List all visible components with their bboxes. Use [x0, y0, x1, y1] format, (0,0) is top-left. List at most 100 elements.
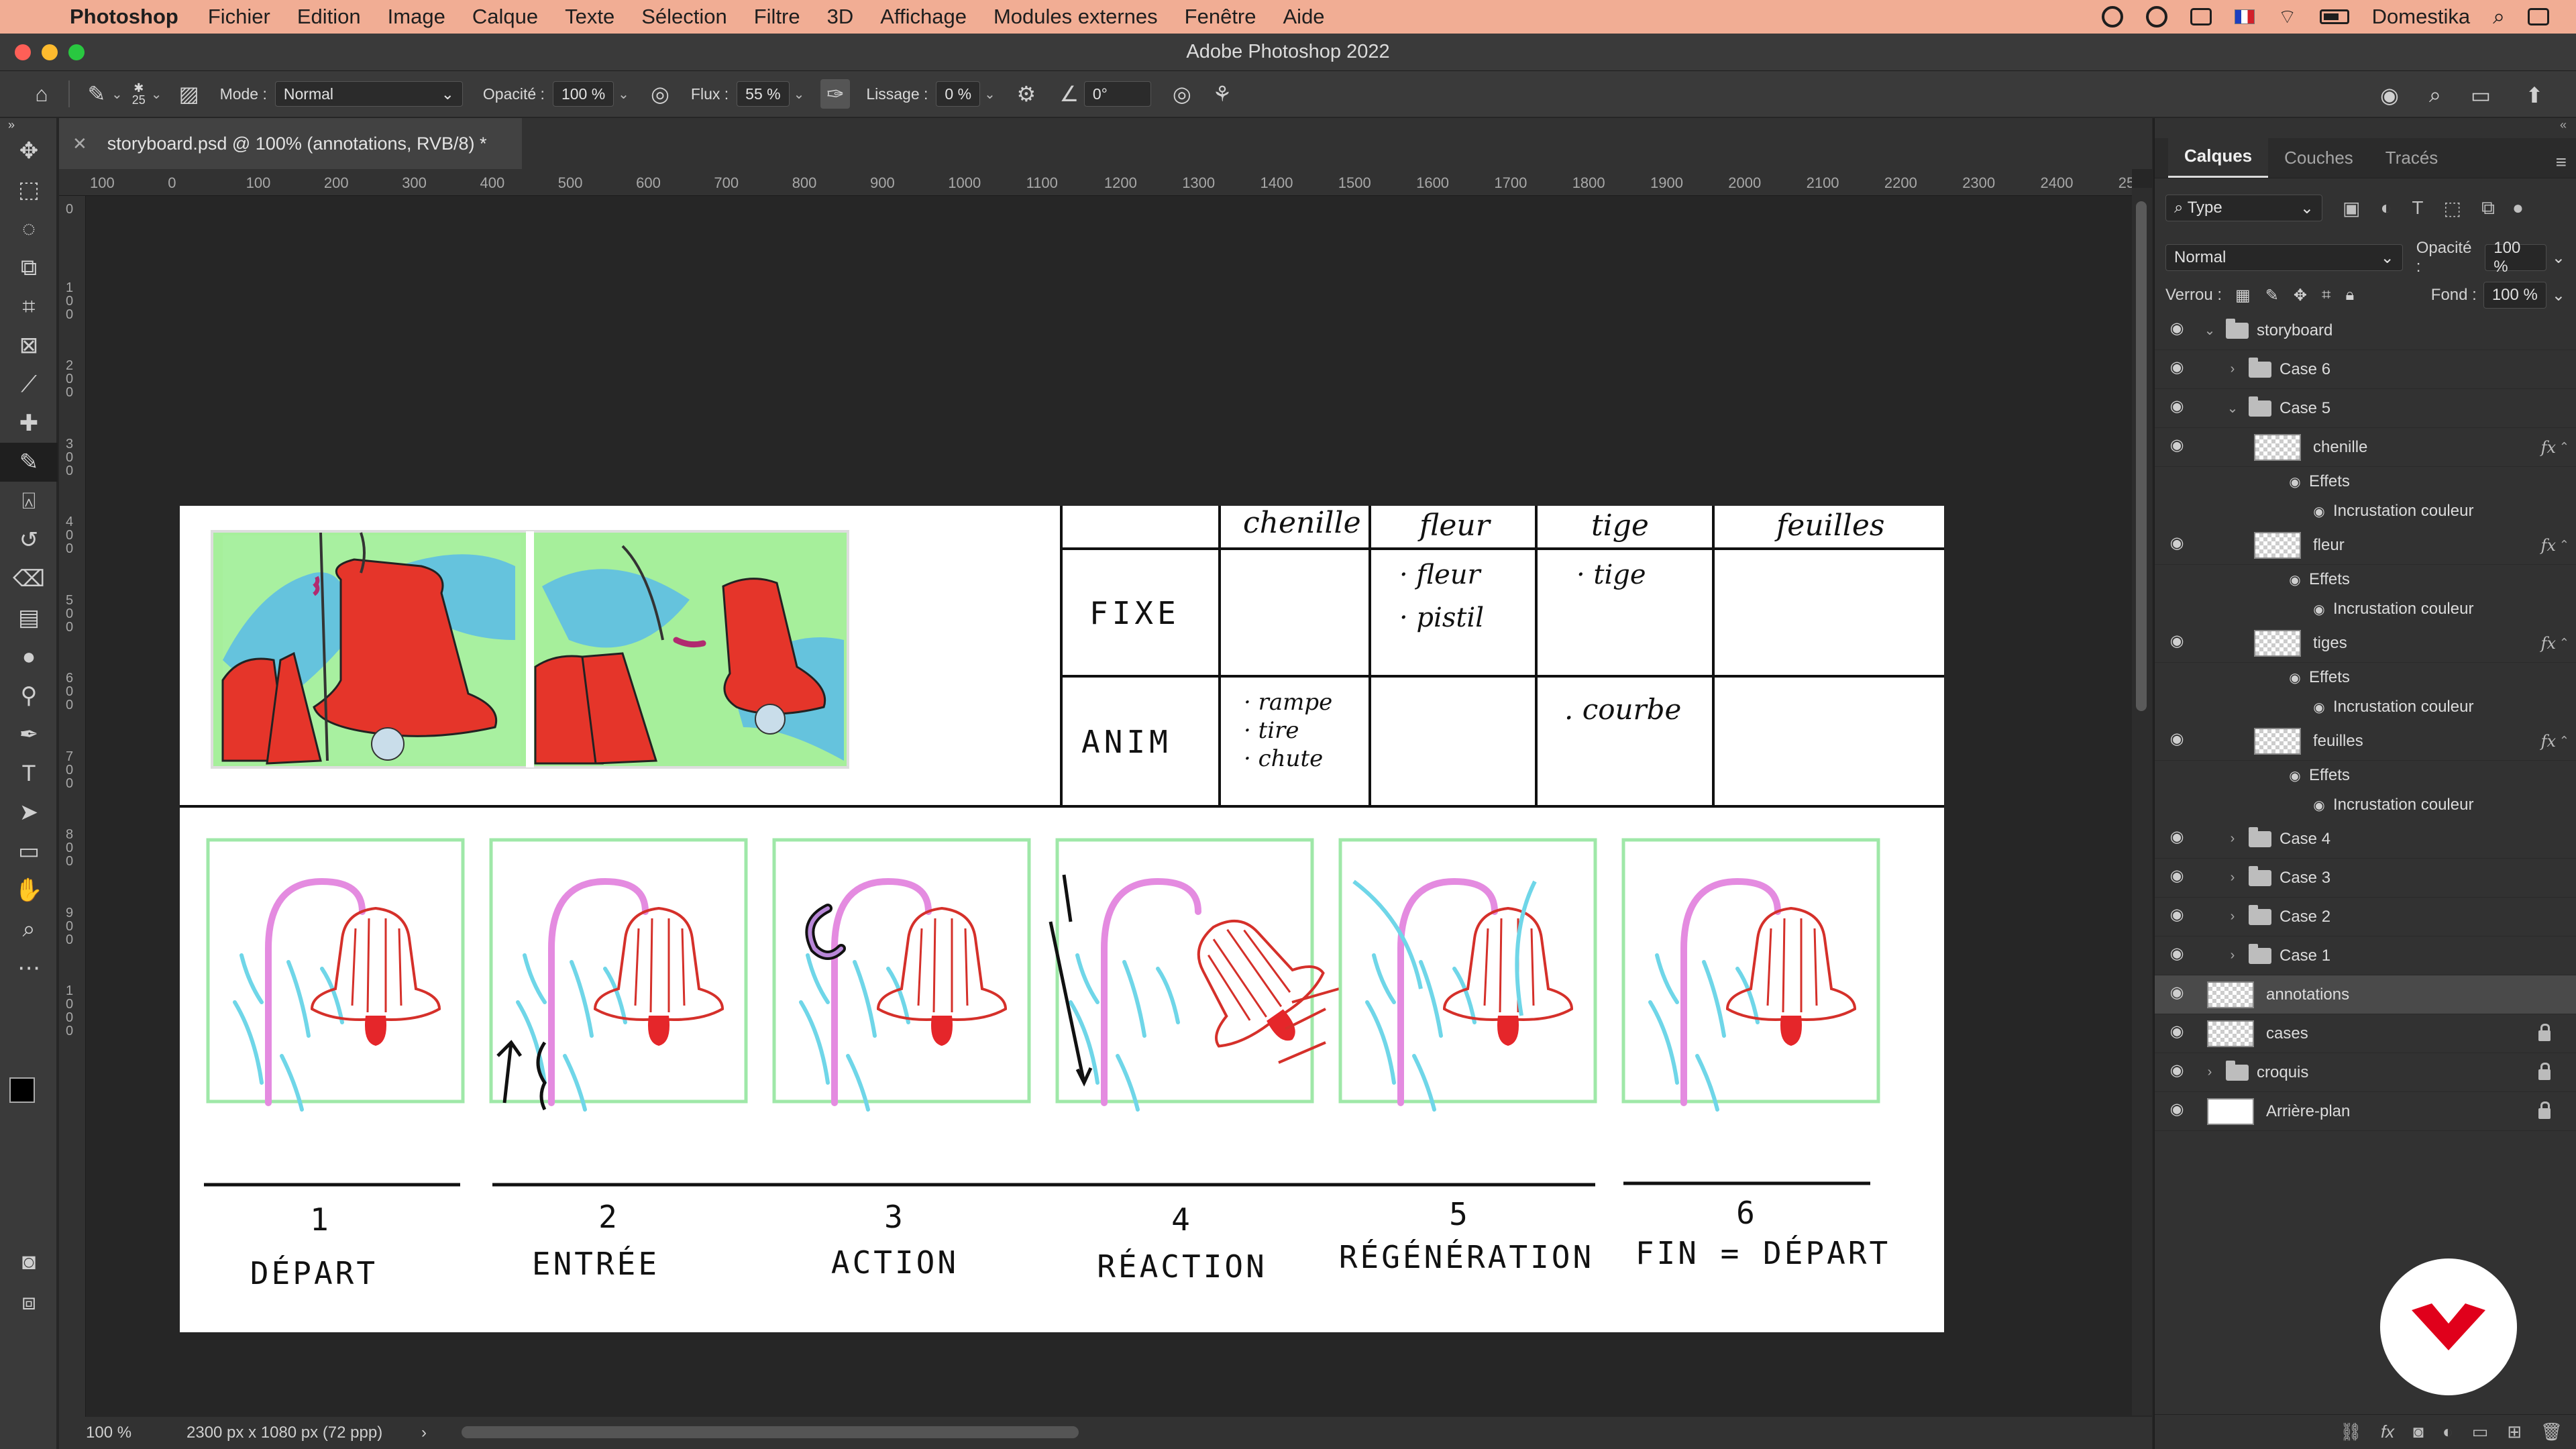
layer-filter-select[interactable]: ⌕ Type ⌄: [2165, 195, 2322, 221]
vertical-ruler[interactable]: 0 100 200 300 400 500 600 700 800 900 1000: [59, 196, 86, 1417]
learn-icon[interactable]: ◉: [2375, 80, 2404, 110]
eye-icon[interactable]: ◉: [2310, 699, 2328, 716]
chevron-right-icon[interactable]: ›: [2224, 831, 2241, 847]
layer-case-5[interactable]: ◉ ⌄ Case 5: [2155, 389, 2576, 428]
menu-affichage[interactable]: Affichage: [880, 5, 967, 29]
new-adjustment-icon[interactable]: ◐: [2443, 1421, 2453, 1442]
window-close-button[interactable]: [15, 44, 31, 60]
wifi-icon[interactable]: ⌔: [2277, 4, 2296, 30]
airbrush-icon[interactable]: ✑: [820, 79, 851, 109]
eye-icon[interactable]: ◉: [2167, 907, 2187, 923]
filter-shape-icon[interactable]: ⬚: [2444, 197, 2461, 219]
tab-calques[interactable]: Calques: [2168, 138, 2269, 178]
layer-case-1[interactable]: ◉ › Case 1: [2155, 936, 2576, 975]
chevron-down-icon[interactable]: ⌄: [151, 86, 162, 103]
fill-field[interactable]: 100 %: [2483, 282, 2546, 309]
chevron-down-icon[interactable]: ⌄: [2202, 322, 2218, 339]
french-flag-icon[interactable]: [2235, 9, 2255, 24]
layer-tiges[interactable]: ◉ tiges fx ⌃: [2155, 624, 2576, 663]
angle-field[interactable]: 0°: [1083, 81, 1151, 107]
chevron-right-icon[interactable]: ›: [2224, 909, 2241, 924]
crop-tool-icon[interactable]: ⌗: [0, 287, 58, 326]
lock-icon[interactable]: [2538, 1024, 2551, 1041]
effect-color-overlay[interactable]: ◉ Incrustation couleur: [2155, 790, 2576, 820]
canvas-workarea[interactable]: chenille fleur tige feuilles · fleur · p…: [87, 196, 2132, 1417]
new-group-icon[interactable]: ▭: [2472, 1421, 2489, 1442]
menu-app-name[interactable]: Photoshop: [70, 5, 178, 29]
eye-icon[interactable]: ◉: [2167, 868, 2187, 884]
stamp-tool-icon[interactable]: ⍓: [0, 482, 58, 521]
chevron-right-icon[interactable]: ›: [2224, 362, 2241, 377]
effect-color-overlay[interactable]: ◉ Incrustation couleur: [2155, 594, 2576, 624]
lock-icon[interactable]: [2538, 1102, 2551, 1119]
eye-icon[interactable]: ◉: [2167, 946, 2187, 962]
chevron-right-icon[interactable]: ›: [2224, 870, 2241, 885]
chevron-right-icon[interactable]: ›: [2202, 1065, 2218, 1080]
chevron-up-icon[interactable]: ⌃: [2559, 440, 2569, 454]
brush-tool-icon[interactable]: ✎: [82, 79, 111, 109]
lock-all-icon[interactable]: 🔒︎: [2345, 286, 2354, 305]
gear-icon[interactable]: ⚙: [1012, 79, 1041, 109]
tab-traces[interactable]: Tracés: [2369, 148, 2455, 178]
search-icon[interactable]: ⌕: [2420, 80, 2450, 110]
layer-storyboard[interactable]: ◉ ⌄ storyboard: [2155, 311, 2576, 350]
airplay-icon[interactable]: [2190, 8, 2212, 25]
add-style-icon[interactable]: fx: [2381, 1421, 2394, 1442]
type-tool-icon[interactable]: T: [0, 754, 58, 793]
eye-icon[interactable]: ◉: [2167, 829, 2187, 845]
vertical-scrollbar[interactable]: [2132, 188, 2152, 1415]
quick-mask-icon[interactable]: ◙: [0, 1242, 58, 1281]
share-icon[interactable]: ⬆: [2520, 80, 2549, 110]
pen-tool-icon[interactable]: ✒: [0, 715, 58, 754]
chevron-down-icon[interactable]: ⌄: [2552, 286, 2565, 305]
chevron-up-icon[interactable]: ⌃: [2559, 636, 2569, 650]
menu-modules[interactable]: Modules externes: [994, 5, 1158, 29]
rectangle-tool-icon[interactable]: ▭: [0, 832, 58, 871]
eye-icon[interactable]: ◉: [2310, 503, 2328, 520]
lasso-tool-icon[interactable]: ◌: [0, 209, 58, 248]
chevron-right-icon[interactable]: ›: [2224, 948, 2241, 963]
layer-opacity-field[interactable]: 100 %: [2485, 239, 2546, 276]
eye-icon[interactable]: ◉: [2167, 1063, 2187, 1079]
eye-icon[interactable]: ◉: [2167, 1102, 2187, 1118]
eye-icon[interactable]: ◉: [2286, 572, 2304, 588]
menu-fenetre[interactable]: Fenêtre: [1185, 5, 1256, 29]
foreground-color-swatch[interactable]: [9, 1077, 35, 1103]
filter-smart-object-icon[interactable]: ⧉: [2481, 197, 2495, 219]
filter-toggle-icon[interactable]: ●: [2512, 197, 2524, 219]
zoom-level[interactable]: 100 %: [59, 1424, 166, 1442]
fx-icon[interactable]: fx: [2541, 438, 2556, 457]
menu-aide[interactable]: Aide: [1283, 5, 1325, 29]
lock-pixels-icon[interactable]: ✎: [2265, 286, 2279, 305]
effect-color-overlay[interactable]: ◉ Incrustation couleur: [2155, 496, 2576, 526]
history-brush-tool-icon[interactable]: ↺: [0, 521, 58, 559]
blur-tool-icon[interactable]: ●: [0, 637, 58, 676]
sync-icon[interactable]: [2146, 6, 2168, 28]
layer-croquis[interactable]: ◉ › croquis: [2155, 1053, 2576, 1092]
chevron-down-icon[interactable]: ⌄: [618, 86, 629, 103]
pressure-opacity-icon[interactable]: ◎: [645, 79, 675, 109]
layer-background[interactable]: ◉ Arrière-plan: [2155, 1092, 2576, 1131]
eye-icon[interactable]: ◉: [2310, 601, 2328, 618]
blend-mode-select[interactable]: Normal ⌄: [2165, 244, 2403, 271]
layer-annotations[interactable]: ◉ annotations: [2155, 975, 2576, 1014]
brush-settings-icon[interactable]: ▨: [174, 79, 204, 109]
battery-icon[interactable]: [2319, 9, 2349, 24]
panel-menu-icon[interactable]: ≡: [2556, 152, 2567, 173]
window-zoom-button[interactable]: [68, 44, 85, 60]
new-layer-icon[interactable]: ⊞: [2507, 1421, 2522, 1442]
opacity-field[interactable]: 100 %: [552, 81, 614, 107]
close-icon[interactable]: ✕: [72, 133, 87, 154]
fx-icon[interactable]: fx: [2541, 634, 2556, 653]
chevron-down-icon[interactable]: ⌄: [984, 86, 996, 103]
menu-selection[interactable]: Sélection: [641, 5, 727, 29]
eye-icon[interactable]: ◉: [2167, 437, 2187, 453]
layer-cases[interactable]: ◉ cases: [2155, 1014, 2576, 1053]
eye-icon[interactable]: ◉: [2167, 985, 2187, 1001]
layer-chenille[interactable]: ◉ chenille fx ⌃: [2155, 428, 2576, 467]
effects-row[interactable]: ◉ Effets: [2155, 565, 2576, 594]
control-center-icon[interactable]: [2528, 8, 2549, 25]
effects-row[interactable]: ◉ Effets: [2155, 761, 2576, 790]
pressure-size-icon[interactable]: ◎: [1167, 79, 1197, 109]
eye-icon[interactable]: ◉: [2310, 797, 2328, 814]
